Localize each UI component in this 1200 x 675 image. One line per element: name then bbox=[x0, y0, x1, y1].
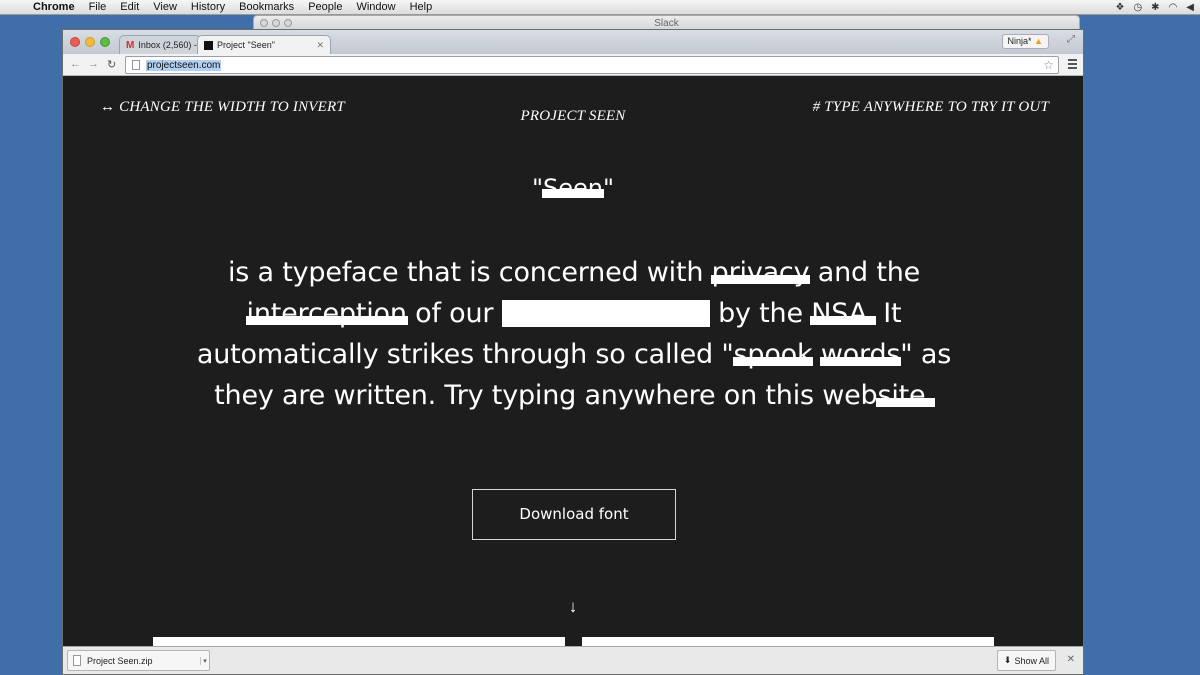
tab-project-seen[interactable]: Project "Seen" ✕ bbox=[197, 35, 331, 54]
struck-word-interception: interception bbox=[245, 293, 409, 334]
tab-label: Project "Seen" bbox=[217, 40, 275, 50]
text-fragment: they are written. Try typing anywhere on… bbox=[214, 380, 878, 411]
volume-icon[interactable]: ◀ bbox=[1186, 2, 1194, 13]
dropbox-icon[interactable]: ❖ bbox=[1115, 2, 1124, 13]
struck-word-seen: Seen bbox=[542, 174, 604, 202]
menu-chrome[interactable]: Chrome bbox=[26, 1, 82, 13]
menu-window[interactable]: Window bbox=[349, 1, 402, 13]
download-shelf: Project Seen.zip ▾ ⬇ Show All ✕ bbox=[63, 646, 1083, 674]
window-controls bbox=[70, 37, 110, 47]
page-icon bbox=[132, 60, 140, 70]
text-fragment: by the bbox=[709, 298, 812, 329]
menu-view[interactable]: View bbox=[146, 1, 184, 13]
slack-window-controls bbox=[260, 19, 292, 27]
text-fragment: It bbox=[874, 298, 902, 329]
wifi-icon[interactable]: ◠ bbox=[1169, 2, 1178, 13]
redaction-bar bbox=[501, 300, 710, 327]
type-anywhere-hint: # TYPE ANYWHERE TO TRY IT OUT bbox=[812, 99, 1049, 115]
address-bar[interactable]: projectseen.com ☆ bbox=[125, 56, 1059, 74]
profile-button[interactable]: Ninja* ▲ bbox=[1001, 34, 1049, 49]
web-page[interactable]: ↔ CHANGE THE WIDTH TO INVERT PROJECT SEE… bbox=[63, 77, 1083, 657]
tab-label: Inbox (2,560) - bbox=[138, 40, 197, 50]
reload-icon[interactable]: ↻ bbox=[107, 58, 116, 71]
browser-toolbar: ← → ↻ projectseen.com ☆ bbox=[63, 54, 1083, 76]
download-font-button[interactable]: Download font bbox=[472, 489, 676, 540]
forward-icon[interactable]: → bbox=[88, 58, 99, 70]
profile-label: Ninja* bbox=[1007, 36, 1032, 46]
page-favicon-icon bbox=[204, 40, 213, 50]
chevron-down-icon[interactable]: ▾ bbox=[200, 656, 209, 665]
chrome-menu-icon[interactable] bbox=[1068, 59, 1077, 71]
menu-history[interactable]: History bbox=[184, 1, 232, 13]
zoom-window-button[interactable] bbox=[100, 37, 110, 47]
struck-word-nsa: NSA. bbox=[810, 293, 876, 334]
bluetooth-icon[interactable]: ✱ bbox=[1151, 2, 1159, 13]
minimize-window-button[interactable] bbox=[85, 37, 95, 47]
struck-word-privacy: privacy bbox=[710, 252, 811, 293]
close-tab-icon[interactable]: ✕ bbox=[316, 40, 324, 51]
text-fragment: automatically strikes through so called … bbox=[196, 339, 734, 370]
download-file-name: Project Seen.zip bbox=[87, 655, 153, 666]
system-menu-bar: Chrome File Edit View History Bookmarks … bbox=[0, 0, 1200, 15]
download-arrow-icon: ⬇ bbox=[1003, 655, 1012, 665]
menu-people[interactable]: People bbox=[301, 1, 349, 13]
back-icon[interactable]: ← bbox=[70, 58, 81, 70]
struck-word-spook: spook bbox=[732, 334, 814, 375]
time-machine-icon[interactable]: ◷ bbox=[1133, 2, 1142, 13]
text-fragment: of our bbox=[406, 298, 502, 329]
bookmark-star-icon[interactable]: ☆ bbox=[1043, 58, 1054, 72]
text-fragment: and the bbox=[809, 257, 921, 288]
fullscreen-icon[interactable]: ⤢ bbox=[1067, 34, 1075, 45]
struck-word-words: words bbox=[819, 334, 902, 375]
status-tray: ❖ ◷ ✱ ◠ ◀ bbox=[1115, 0, 1194, 15]
tab-strip: M Inbox (2,560) - Project "Seen" ✕ Ninja… bbox=[63, 30, 1083, 54]
menu-file[interactable]: File bbox=[82, 1, 114, 13]
download-item[interactable]: Project Seen.zip ▾ bbox=[67, 650, 210, 671]
slack-window-title: Slack bbox=[654, 18, 679, 29]
menu-edit[interactable]: Edit bbox=[113, 1, 146, 13]
struck-word-site: site. bbox=[876, 375, 936, 416]
page-heading: "Seen" bbox=[63, 174, 1083, 202]
description-paragraph: is a typeface that is concerned with pri… bbox=[143, 252, 1005, 416]
close-window-button[interactable] bbox=[70, 37, 80, 47]
show-all-downloads-button[interactable]: ⬇ Show All bbox=[996, 650, 1056, 671]
text-fragment: is a typeface that is concerned with bbox=[227, 257, 712, 288]
gmail-icon: M bbox=[126, 39, 135, 51]
profile-icon: ▲ bbox=[1034, 36, 1043, 46]
quote-close: " bbox=[602, 174, 615, 202]
close-shelf-icon[interactable]: ✕ bbox=[1067, 654, 1075, 665]
file-icon bbox=[73, 655, 81, 666]
browser-window: M Inbox (2,560) - Project "Seen" ✕ Ninja… bbox=[62, 29, 1084, 675]
scroll-down-arrow-icon[interactable]: ↓ bbox=[63, 597, 1083, 617]
menu-help[interactable]: Help bbox=[403, 1, 440, 13]
text-fragment: " as bbox=[900, 339, 952, 370]
show-all-label: Show All bbox=[1014, 655, 1049, 666]
address-url[interactable]: projectseen.com bbox=[146, 59, 222, 71]
menu-bookmarks[interactable]: Bookmarks bbox=[232, 1, 301, 13]
tab-inbox[interactable]: M Inbox (2,560) - bbox=[119, 35, 201, 54]
